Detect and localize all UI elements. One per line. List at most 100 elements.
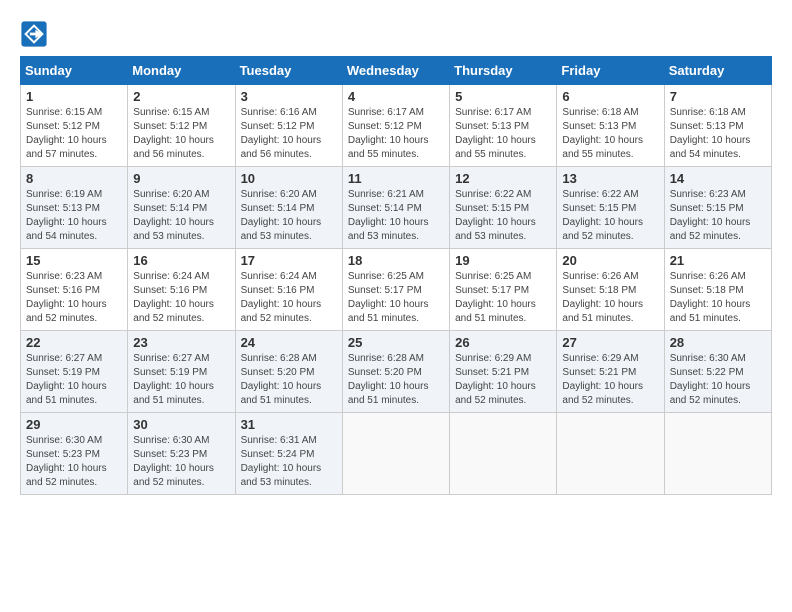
calendar-cell: 25 Sunrise: 6:28 AM Sunset: 5:20 PM Dayl… [342, 331, 449, 413]
calendar-cell: 26 Sunrise: 6:29 AM Sunset: 5:21 PM Dayl… [450, 331, 557, 413]
calendar-cell: 9 Sunrise: 6:20 AM Sunset: 5:14 PM Dayli… [128, 167, 235, 249]
day-info: Sunrise: 6:24 AM Sunset: 5:16 PM Dayligh… [241, 270, 337, 326]
day-number: 23 [133, 335, 229, 350]
calendar-cell: 2 Sunrise: 6:15 AM Sunset: 5:12 PM Dayli… [128, 85, 235, 167]
day-info: Sunrise: 6:22 AM Sunset: 5:15 PM Dayligh… [455, 188, 551, 244]
day-info: Sunrise: 6:23 AM Sunset: 5:16 PM Dayligh… [26, 270, 122, 326]
day-info: Sunrise: 6:24 AM Sunset: 5:16 PM Dayligh… [133, 270, 229, 326]
day-info: Sunrise: 6:17 AM Sunset: 5:13 PM Dayligh… [455, 106, 551, 162]
day-number: 7 [670, 89, 766, 104]
weekday-header-tuesday: Tuesday [235, 57, 342, 85]
weekday-header-friday: Friday [557, 57, 664, 85]
day-info: Sunrise: 6:27 AM Sunset: 5:19 PM Dayligh… [26, 352, 122, 408]
calendar-week-2: 8 Sunrise: 6:19 AM Sunset: 5:13 PM Dayli… [21, 167, 772, 249]
calendar-week-5: 29 Sunrise: 6:30 AM Sunset: 5:23 PM Dayl… [21, 413, 772, 495]
weekday-header-monday: Monday [128, 57, 235, 85]
calendar-cell: 21 Sunrise: 6:26 AM Sunset: 5:18 PM Dayl… [664, 249, 771, 331]
day-number: 24 [241, 335, 337, 350]
calendar-cell: 7 Sunrise: 6:18 AM Sunset: 5:13 PM Dayli… [664, 85, 771, 167]
day-info: Sunrise: 6:17 AM Sunset: 5:12 PM Dayligh… [348, 106, 444, 162]
day-info: Sunrise: 6:29 AM Sunset: 5:21 PM Dayligh… [455, 352, 551, 408]
weekday-header-wednesday: Wednesday [342, 57, 449, 85]
calendar-cell: 12 Sunrise: 6:22 AM Sunset: 5:15 PM Dayl… [450, 167, 557, 249]
calendar-cell: 30 Sunrise: 6:30 AM Sunset: 5:23 PM Dayl… [128, 413, 235, 495]
calendar-cell: 6 Sunrise: 6:18 AM Sunset: 5:13 PM Dayli… [557, 85, 664, 167]
day-number: 28 [670, 335, 766, 350]
day-info: Sunrise: 6:18 AM Sunset: 5:13 PM Dayligh… [670, 106, 766, 162]
day-number: 27 [562, 335, 658, 350]
calendar-cell: 17 Sunrise: 6:24 AM Sunset: 5:16 PM Dayl… [235, 249, 342, 331]
day-number: 4 [348, 89, 444, 104]
calendar-table: SundayMondayTuesdayWednesdayThursdayFrid… [20, 56, 772, 495]
calendar-cell: 14 Sunrise: 6:23 AM Sunset: 5:15 PM Dayl… [664, 167, 771, 249]
day-number: 30 [133, 417, 229, 432]
day-info: Sunrise: 6:25 AM Sunset: 5:17 PM Dayligh… [455, 270, 551, 326]
day-number: 18 [348, 253, 444, 268]
logo-icon [20, 20, 48, 48]
day-info: Sunrise: 6:15 AM Sunset: 5:12 PM Dayligh… [26, 106, 122, 162]
day-info: Sunrise: 6:19 AM Sunset: 5:13 PM Dayligh… [26, 188, 122, 244]
calendar-week-3: 15 Sunrise: 6:23 AM Sunset: 5:16 PM Dayl… [21, 249, 772, 331]
day-number: 14 [670, 171, 766, 186]
calendar-cell [557, 413, 664, 495]
calendar-cell: 5 Sunrise: 6:17 AM Sunset: 5:13 PM Dayli… [450, 85, 557, 167]
day-info: Sunrise: 6:23 AM Sunset: 5:15 PM Dayligh… [670, 188, 766, 244]
day-info: Sunrise: 6:28 AM Sunset: 5:20 PM Dayligh… [241, 352, 337, 408]
day-number: 15 [26, 253, 122, 268]
calendar-cell: 10 Sunrise: 6:20 AM Sunset: 5:14 PM Dayl… [235, 167, 342, 249]
calendar-cell: 18 Sunrise: 6:25 AM Sunset: 5:17 PM Dayl… [342, 249, 449, 331]
calendar-week-4: 22 Sunrise: 6:27 AM Sunset: 5:19 PM Dayl… [21, 331, 772, 413]
day-info: Sunrise: 6:20 AM Sunset: 5:14 PM Dayligh… [133, 188, 229, 244]
day-info: Sunrise: 6:27 AM Sunset: 5:19 PM Dayligh… [133, 352, 229, 408]
day-info: Sunrise: 6:25 AM Sunset: 5:17 PM Dayligh… [348, 270, 444, 326]
day-number: 16 [133, 253, 229, 268]
calendar-cell [664, 413, 771, 495]
day-number: 20 [562, 253, 658, 268]
day-info: Sunrise: 6:29 AM Sunset: 5:21 PM Dayligh… [562, 352, 658, 408]
calendar-cell: 19 Sunrise: 6:25 AM Sunset: 5:17 PM Dayl… [450, 249, 557, 331]
day-info: Sunrise: 6:31 AM Sunset: 5:24 PM Dayligh… [241, 434, 337, 490]
calendar-cell: 22 Sunrise: 6:27 AM Sunset: 5:19 PM Dayl… [21, 331, 128, 413]
calendar-cell: 8 Sunrise: 6:19 AM Sunset: 5:13 PM Dayli… [21, 167, 128, 249]
day-number: 3 [241, 89, 337, 104]
weekday-header-saturday: Saturday [664, 57, 771, 85]
calendar-body: 1 Sunrise: 6:15 AM Sunset: 5:12 PM Dayli… [21, 85, 772, 495]
calendar-cell: 24 Sunrise: 6:28 AM Sunset: 5:20 PM Dayl… [235, 331, 342, 413]
logo [20, 20, 52, 48]
day-info: Sunrise: 6:18 AM Sunset: 5:13 PM Dayligh… [562, 106, 658, 162]
calendar-cell: 1 Sunrise: 6:15 AM Sunset: 5:12 PM Dayli… [21, 85, 128, 167]
day-info: Sunrise: 6:22 AM Sunset: 5:15 PM Dayligh… [562, 188, 658, 244]
weekday-header-row: SundayMondayTuesdayWednesdayThursdayFrid… [21, 57, 772, 85]
day-number: 29 [26, 417, 122, 432]
day-info: Sunrise: 6:26 AM Sunset: 5:18 PM Dayligh… [562, 270, 658, 326]
calendar-cell [450, 413, 557, 495]
day-number: 25 [348, 335, 444, 350]
day-number: 19 [455, 253, 551, 268]
day-number: 12 [455, 171, 551, 186]
day-info: Sunrise: 6:15 AM Sunset: 5:12 PM Dayligh… [133, 106, 229, 162]
calendar-cell: 13 Sunrise: 6:22 AM Sunset: 5:15 PM Dayl… [557, 167, 664, 249]
day-info: Sunrise: 6:28 AM Sunset: 5:20 PM Dayligh… [348, 352, 444, 408]
day-number: 11 [348, 171, 444, 186]
day-number: 6 [562, 89, 658, 104]
day-info: Sunrise: 6:26 AM Sunset: 5:18 PM Dayligh… [670, 270, 766, 326]
day-number: 31 [241, 417, 337, 432]
day-info: Sunrise: 6:30 AM Sunset: 5:22 PM Dayligh… [670, 352, 766, 408]
calendar-week-1: 1 Sunrise: 6:15 AM Sunset: 5:12 PM Dayli… [21, 85, 772, 167]
day-info: Sunrise: 6:16 AM Sunset: 5:12 PM Dayligh… [241, 106, 337, 162]
day-number: 8 [26, 171, 122, 186]
calendar-cell: 4 Sunrise: 6:17 AM Sunset: 5:12 PM Dayli… [342, 85, 449, 167]
calendar-cell: 11 Sunrise: 6:21 AM Sunset: 5:14 PM Dayl… [342, 167, 449, 249]
weekday-header-thursday: Thursday [450, 57, 557, 85]
calendar-cell: 28 Sunrise: 6:30 AM Sunset: 5:22 PM Dayl… [664, 331, 771, 413]
calendar-cell: 16 Sunrise: 6:24 AM Sunset: 5:16 PM Dayl… [128, 249, 235, 331]
day-number: 22 [26, 335, 122, 350]
day-number: 5 [455, 89, 551, 104]
calendar-cell: 27 Sunrise: 6:29 AM Sunset: 5:21 PM Dayl… [557, 331, 664, 413]
day-number: 21 [670, 253, 766, 268]
day-info: Sunrise: 6:30 AM Sunset: 5:23 PM Dayligh… [133, 434, 229, 490]
day-info: Sunrise: 6:20 AM Sunset: 5:14 PM Dayligh… [241, 188, 337, 244]
day-number: 9 [133, 171, 229, 186]
day-number: 1 [26, 89, 122, 104]
day-info: Sunrise: 6:30 AM Sunset: 5:23 PM Dayligh… [26, 434, 122, 490]
